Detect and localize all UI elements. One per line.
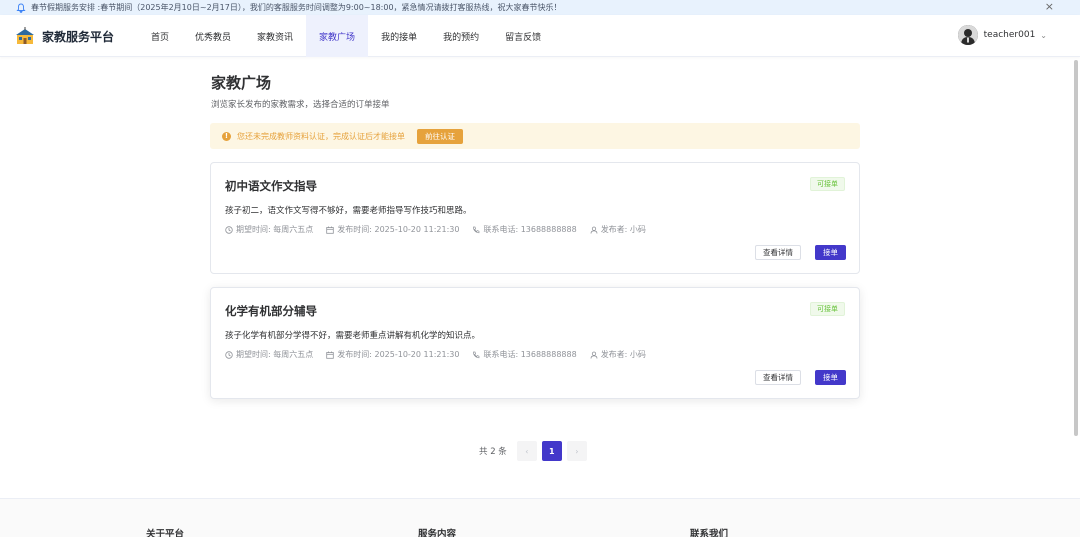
verification-alert: ! 您还未完成教师资料认证，完成认证后才能接单 前往认证 <box>210 123 860 149</box>
phone-icon <box>473 226 480 233</box>
nav-my-orders[interactable]: 我的接单 <box>368 15 430 57</box>
contact-phone-text: 联系电话: 13688888888 <box>483 225 577 234</box>
card-description: 孩子初二，语文作文写得不够好，需要老师指导写作技巧和思路。 <box>225 206 472 216</box>
card-meta: 期望时间: 每周六五点 发布时间: 2025-10-20 11:21:30 联系… <box>225 349 659 360</box>
publish-time-text: 发布时间: 2025-10-20 11:21:30 <box>337 350 460 359</box>
next-page-button[interactable]: › <box>566 441 587 461</box>
clock-icon <box>225 225 233 234</box>
contact-phone: 联系电话: 13688888888 <box>472 224 577 235</box>
status-badge: 可接单 <box>810 177 845 191</box>
brand-name: 家教服务平台 <box>42 29 115 44</box>
footer-contact-heading: 联系我们 <box>690 529 729 537</box>
card-description: 孩子化学有机部分学得不好，需要老师重点讲解有机化学的知识点。 <box>225 331 481 341</box>
close-icon[interactable]: × <box>1045 1 1054 13</box>
scrollbar[interactable] <box>1074 60 1078 436</box>
warning-icon: ! <box>222 131 231 141</box>
view-details-button[interactable]: 查看详情 <box>755 245 801 260</box>
user-menu[interactable]: teacher001 ⌄ <box>957 25 1047 45</box>
user-icon <box>590 226 598 234</box>
footer-about-heading: 关于平台 <box>146 529 185 537</box>
phone-icon <box>473 351 480 358</box>
nav-home[interactable]: 首页 <box>138 15 182 57</box>
card-meta: 期望时间: 每周六五点 发布时间: 2025-10-20 11:21:30 联系… <box>225 224 659 235</box>
contact-phone-text: 联系电话: 13688888888 <box>483 350 577 359</box>
expected-time: 期望时间: 每周六五点 <box>225 224 313 235</box>
card-title: 初中语文作文指导 <box>225 179 317 193</box>
page-title: 家教广场 <box>211 74 272 92</box>
contact-phone: 联系电话: 13688888888 <box>472 349 577 360</box>
status-badge: 可接单 <box>810 302 845 316</box>
take-order-button[interactable]: 接单 <box>815 370 846 385</box>
username: teacher001 <box>983 30 1036 40</box>
user-icon <box>590 351 598 359</box>
demand-card: 化学有机部分辅导 可接单 孩子化学有机部分学得不好，需要老师重点讲解有机化学的知… <box>210 287 860 399</box>
pagination: 共 2 条 ‹ 1 › <box>479 441 592 461</box>
announcement-text: 春节假期服务安排 :春节期间（2025年2月10日~2月17日），我们的客服服务… <box>31 3 562 12</box>
nav-my-appointments[interactable]: 我的预约 <box>430 15 492 57</box>
top-header: 家教服务平台 首页 优秀教员 家教资讯 家教广场 我的接单 我的预约 留言反馈 … <box>0 15 1080 57</box>
page-subtitle: 浏览家长发布的家教需求，选择合适的订单接单 <box>211 100 390 110</box>
announcement-bar: 春节假期服务安排 :春节期间（2025年2月10日~2月17日），我们的客服服务… <box>0 0 1080 15</box>
go-verify-button[interactable]: 前往认证 <box>417 128 463 144</box>
calendar-icon <box>326 351 334 359</box>
school-logo-icon <box>16 27 34 44</box>
nav-tutoring-news[interactable]: 家教资讯 <box>244 15 306 57</box>
publish-time: 发布时间: 2025-10-20 11:21:30 <box>326 349 459 360</box>
expected-time-text: 期望时间: 每周六五点 <box>236 225 314 234</box>
nav-tutoring-square[interactable]: 家教广场 <box>306 15 369 57</box>
publish-time: 发布时间: 2025-10-20 11:21:30 <box>326 224 459 235</box>
logo[interactable]: 家教服务平台 <box>15 27 114 45</box>
page-1-button[interactable]: 1 <box>541 441 562 461</box>
card-title: 化学有机部分辅导 <box>225 304 317 318</box>
publisher: 发布者: 小码 <box>590 349 646 360</box>
nav-excellent-teachers[interactable]: 优秀教员 <box>182 15 244 57</box>
publisher: 发布者: 小码 <box>590 224 646 235</box>
prev-page-button[interactable]: ‹ <box>516 441 537 461</box>
main-nav: 首页 优秀教员 家教资讯 家教广场 我的接单 我的预约 留言反馈 <box>138 15 554 57</box>
calendar-icon <box>326 226 334 234</box>
demand-card: 初中语文作文指导 可接单 孩子初二，语文作文写得不够好，需要老师指导写作技巧和思… <box>210 162 860 274</box>
expected-time: 期望时间: 每周六五点 <box>225 349 313 360</box>
clock-icon <box>225 350 233 359</box>
view-details-button[interactable]: 查看详情 <box>755 370 801 385</box>
chevron-down-icon: ⌄ <box>1040 30 1047 40</box>
expected-time-text: 期望时间: 每周六五点 <box>236 350 314 359</box>
publisher-text: 发布者: 小码 <box>600 350 646 359</box>
total-count: 共 2 条 <box>479 447 507 457</box>
alert-text: 您还未完成教师资料认证，完成认证后才能接单 <box>237 131 405 141</box>
nav-feedback[interactable]: 留言反馈 <box>492 15 554 57</box>
take-order-button[interactable]: 接单 <box>815 245 846 260</box>
bell-icon <box>16 3 26 13</box>
publish-time-text: 发布时间: 2025-10-20 11:21:30 <box>337 225 460 234</box>
footer: 关于平台 服务内容 联系我们 <box>0 498 1080 537</box>
footer-services-heading: 服务内容 <box>418 529 457 537</box>
avatar <box>957 25 978 45</box>
publisher-text: 发布者: 小码 <box>600 225 646 234</box>
